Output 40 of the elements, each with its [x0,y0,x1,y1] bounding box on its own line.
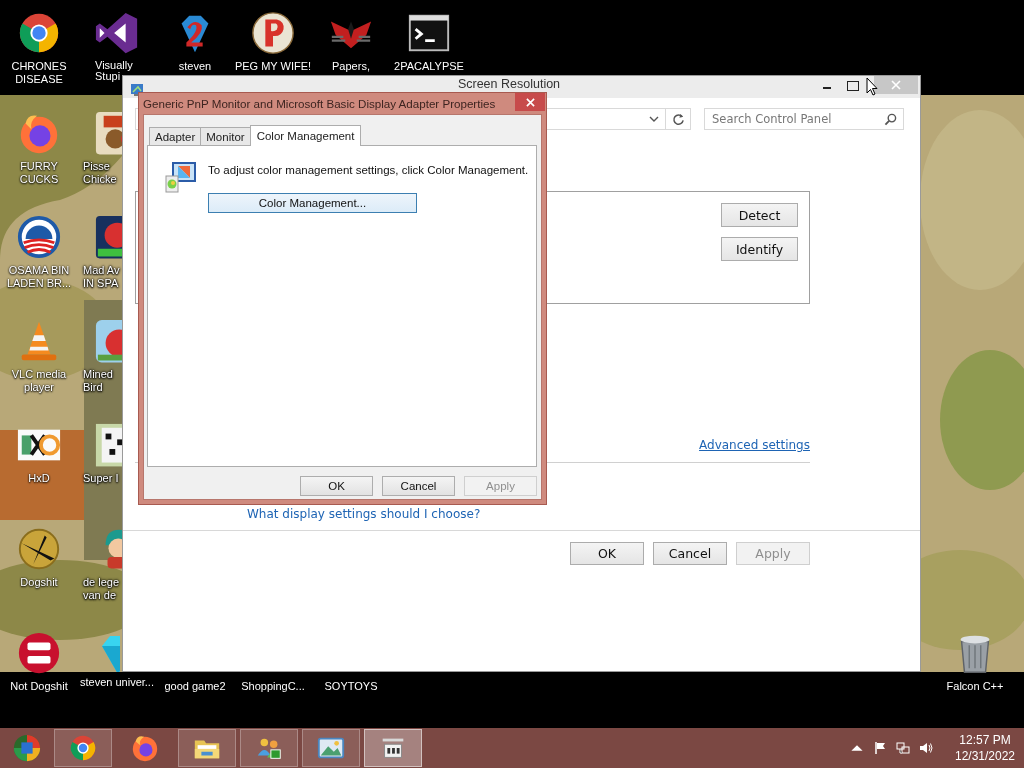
dialog-button[interactable]: OK [570,542,644,565]
description-text: To adjust color management settings, click Color Management. [208,164,529,176]
clock-time[interactable]: 12:57 PM [959,732,1011,748]
advanced-settings-link[interactable]: Advanced settings [699,437,810,453]
dialog-button[interactable]: Cancel [382,476,455,496]
dialog-button[interactable]: OK [300,476,373,496]
tab[interactable]: Adapter [149,127,202,145]
identify-button[interactable]: Identify [721,237,798,261]
icon-label: Pisse Chicke [83,160,118,186]
icon-label: Mined Bird [83,368,114,394]
tab[interactable]: Monitor [200,127,251,145]
icon-label: Falcon C++ [946,680,1004,693]
icon-label: good game2 [164,680,226,693]
icon-label: steven univer... [80,676,154,689]
icon-label: Dogshit [20,576,58,589]
icon-label: Not Dogshit [10,680,68,693]
icon-label: Super I [83,472,119,485]
icon-label: FURRY CUCKS [18,160,60,186]
dialog-title: Generic PnP Monitor and Microsoft Basic Display Adapter Properties [143,97,497,110]
window-title: Screen Resolution [456,78,562,91]
icon-label: ShoppingC... [241,680,305,693]
dialog-button[interactable]: Cancel [653,542,727,565]
icon-label: OSAMA BIN LADEN BR... [5,264,73,290]
icon-label: de lege van de [83,576,121,602]
help-link[interactable]: What display settings should I choose? [247,507,481,521]
icon-label: PEG MY WIFE! [234,60,312,73]
search-field[interactable]: Search Control Panel [704,108,904,130]
icon-label: SOYTOYS [324,680,378,693]
icon-label: VLC media player [10,368,68,394]
icon-label: 2PACALYPSE [394,60,464,73]
detect-button[interactable]: Detect [721,203,798,227]
icon-label: Papers, [332,60,370,73]
icon-label: CHRONES DISEASE [10,60,68,86]
color-management-button[interactable]: Color Management... [208,193,417,213]
tab[interactable]: Color Management [249,125,362,146]
clock-date[interactable]: 12/31/2022 [954,748,1016,764]
icon-label: HxD [28,472,50,485]
icon-label: Visually Stupi [95,60,134,82]
icon-label: Mad Av IN SPA [83,264,121,290]
icon-label: steven [178,60,212,73]
